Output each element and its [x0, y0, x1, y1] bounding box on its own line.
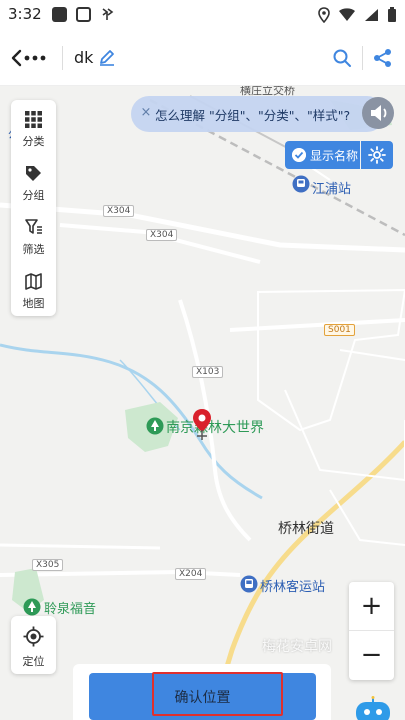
zoom-in-button[interactable]: + — [349, 582, 394, 631]
status-icons — [318, 6, 397, 24]
edit-title-button[interactable] — [98, 48, 116, 66]
shield-notification-icon — [100, 7, 115, 22]
toolbar-label-filter: 筛选 — [22, 243, 45, 256]
grid-icon — [25, 111, 42, 128]
share-icon — [374, 49, 391, 67]
back-button[interactable] — [10, 44, 50, 72]
map-label-street: 桥林街道 — [278, 521, 334, 537]
road-tag-x305: X305 — [32, 559, 64, 571]
battery-icon — [388, 7, 396, 22]
map-label-park: 南京森林大世界 — [166, 420, 264, 436]
toolbar-item-map[interactable]: 地图 — [11, 264, 56, 316]
park-icon — [146, 417, 164, 435]
assistant-robot-icon[interactable] — [350, 696, 396, 720]
header-divider-right — [362, 46, 363, 70]
header-divider — [62, 46, 63, 70]
watermark-text: 梅花安卓网 — [262, 639, 332, 655]
zoom-out-button[interactable]: − — [349, 631, 394, 680]
road-tag-x304-b: X304 — [146, 229, 178, 241]
share-button[interactable] — [373, 48, 393, 68]
road-tag-s001: S001 — [324, 324, 355, 336]
locate-label: 定位 — [22, 655, 45, 668]
toolbar-item-filter[interactable]: 筛选 — [11, 210, 56, 262]
zoom-control: + − — [349, 582, 394, 680]
pencil-icon — [100, 50, 114, 66]
location-marker-icon[interactable] — [191, 408, 213, 442]
notification-icon — [52, 7, 67, 22]
locate-button[interactable]: 定位 — [11, 616, 56, 674]
location-status-icon — [318, 7, 330, 23]
tag-icon — [26, 166, 41, 181]
left-toolbar: 分类 分组 筛选 地图 — [11, 100, 56, 316]
speaker-button[interactable] — [362, 97, 394, 129]
toolbar-item-group[interactable]: 分组 — [11, 156, 56, 208]
speaker-icon — [371, 105, 387, 121]
wifi-icon — [339, 8, 355, 21]
toolbar-label-map: 地图 — [22, 297, 45, 310]
road-tag-x103: X103 — [192, 366, 224, 378]
gear-icon — [368, 146, 386, 164]
close-icon[interactable]: × — [139, 106, 153, 120]
app-notification-icon — [76, 7, 91, 22]
search-button[interactable] — [332, 48, 352, 68]
toolbar-item-category[interactable]: 分类 — [11, 102, 56, 154]
road-tag-x204: X204 — [175, 568, 207, 580]
church-icon — [23, 598, 41, 616]
page-title: dk — [74, 48, 94, 67]
crosshair-icon — [23, 626, 44, 647]
app-header: dk — [0, 30, 405, 86]
status-bar: 3:32 — [0, 0, 405, 30]
road-tag-x304-a: X304 — [103, 205, 135, 217]
bus-station-icon — [240, 575, 258, 593]
signal-icon — [365, 9, 378, 21]
map-icon — [25, 273, 42, 290]
filter-icon — [25, 219, 42, 234]
map-view[interactable]: 公 横庄立交桥 江浦站 X304 X304 S001 X103 X305 X20… — [0, 86, 405, 720]
display-name-toggle[interactable]: 显示名称 — [285, 141, 360, 169]
help-tip-text: 怎么理解 "分组"、"分类"、"样式"? — [155, 108, 351, 123]
map-label-bus-station: 桥林客运站 — [260, 580, 326, 595]
highlight-box — [152, 672, 283, 716]
display-name-label: 显示名称 — [310, 149, 359, 163]
status-time: 3:32 — [8, 5, 42, 23]
help-tip-banner[interactable]: × 怎么理解 "分组"、"分类"、"样式"? — [131, 96, 385, 132]
toolbar-label-group: 分组 — [22, 189, 45, 202]
search-icon — [333, 49, 351, 67]
train-station-icon — [292, 175, 310, 193]
map-label-church: 聆泉福音 — [44, 602, 97, 617]
map-label-station-top: 江浦站 — [312, 182, 352, 197]
check-icon — [292, 148, 306, 162]
label-settings-button[interactable] — [361, 141, 393, 169]
toolbar-label-category: 分类 — [22, 135, 45, 148]
back-arrow-icon — [11, 49, 46, 67]
